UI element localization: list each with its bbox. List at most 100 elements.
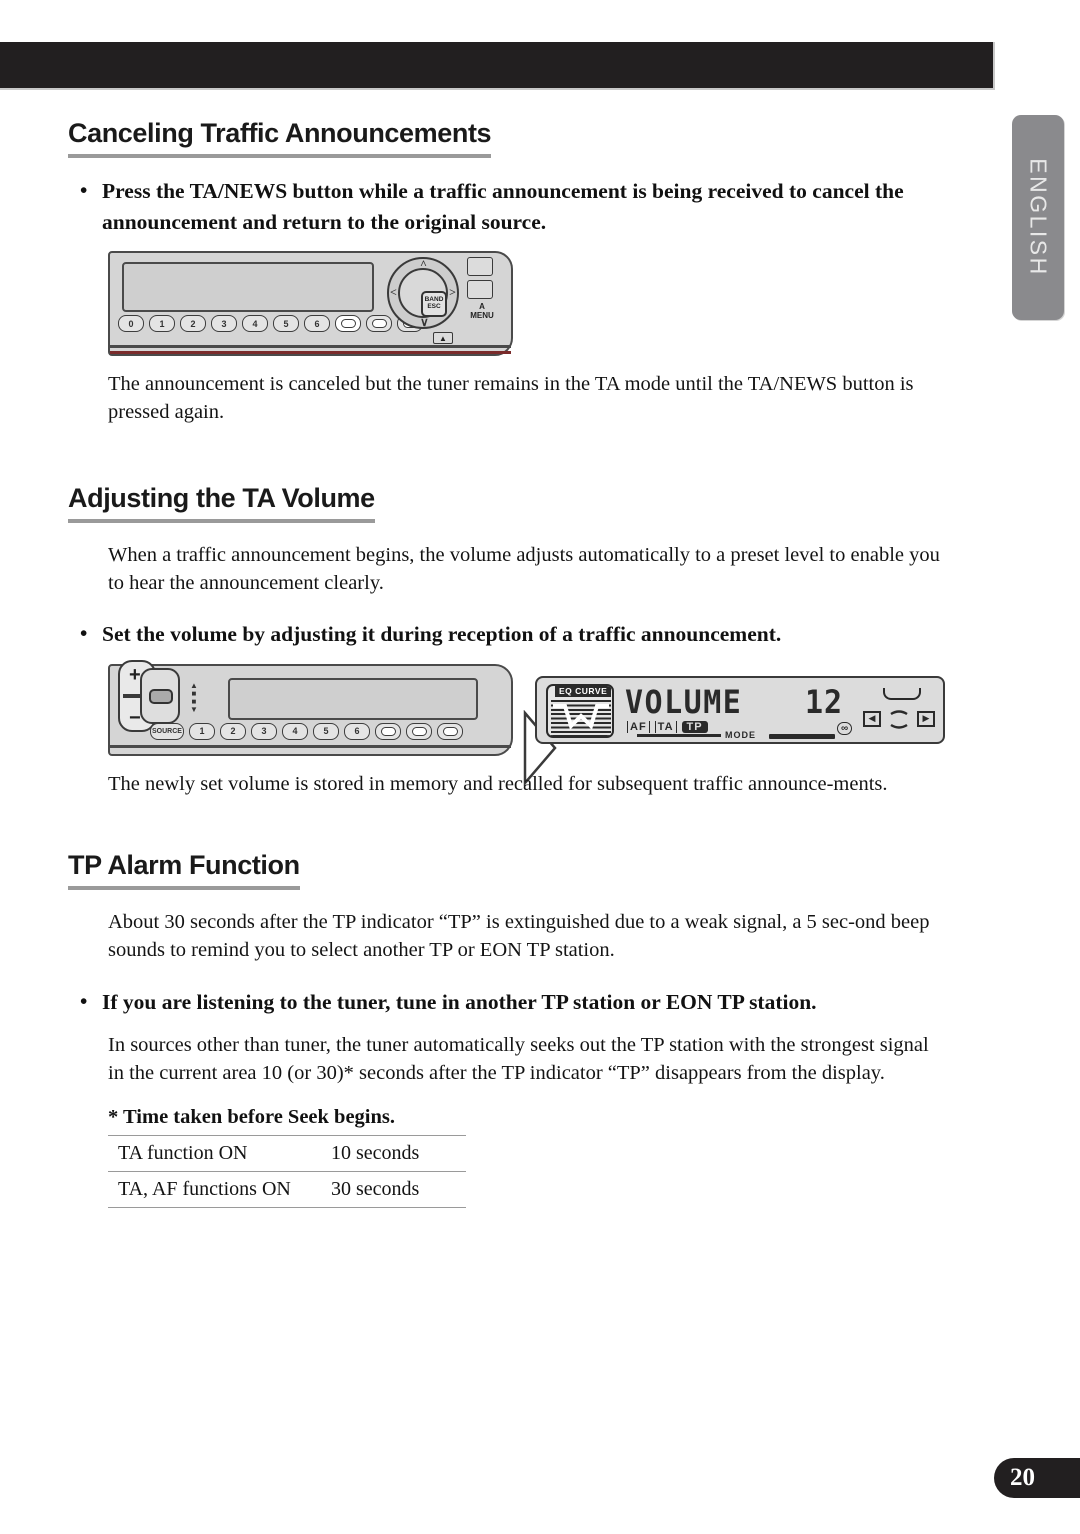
illustration-faceplate-ta-news: 0 1 2 3 4 5 6 BAND ESC ^ ∨ < > A MENU ▲	[108, 251, 948, 357]
function-button-3[interactable]	[437, 722, 463, 740]
preset-button-4[interactable]: 4	[242, 315, 268, 333]
car-stereo-faceplate: 0 1 2 3 4 5 6 BAND ESC ^ ∨ < > A MENU ▲	[108, 251, 513, 357]
side-key-group: A MENU	[467, 257, 497, 339]
preset-button-2[interactable]: 2	[220, 722, 246, 740]
indicator-tp: TP	[681, 720, 708, 733]
table-row: TA, AF functions ON 30 seconds	[108, 1170, 466, 1208]
bullet-dot-icon: •	[80, 988, 88, 1013]
stereo-indicator-icon: ∞	[837, 721, 853, 735]
section-1-bullet-text: Press the TA/NEWS button while a traffic…	[102, 179, 904, 234]
section-2-paragraph-after: The newly set volume is stored in memory…	[108, 772, 888, 795]
side-key-top[interactable]	[467, 257, 493, 277]
seek-row-0-condition: TA function ON	[108, 1134, 331, 1172]
section-heading-tp-alarm-function: TP Alarm Function	[68, 850, 300, 890]
eq-curve-graphic	[553, 703, 609, 730]
seek-row-0-time: 10 seconds	[331, 1134, 466, 1172]
section-3-bullet-text: If you are listening to the tuner, tune …	[102, 989, 817, 1014]
section-3-paragraph-before: About 30 seconds after the TP indicator …	[108, 910, 930, 962]
faceplate-base-shadow	[110, 351, 511, 355]
preset-button-3[interactable]: 3	[211, 315, 237, 333]
preset-button-2[interactable]: 2	[180, 315, 206, 333]
function-button-1[interactable]	[366, 315, 392, 333]
preset-button-5[interactable]: 5	[313, 722, 339, 740]
section-3-paragraph-after: In sources other than tuner, the tuner a…	[108, 1034, 929, 1085]
joystick-left-icon: <	[390, 285, 397, 300]
side-key-middle[interactable]	[467, 280, 493, 300]
section-2-bullet: • Set the volume by adjusting it during …	[80, 619, 948, 650]
joystick-right-icon: >	[449, 285, 456, 300]
volume-knob-core	[149, 688, 173, 704]
eject-icon[interactable]: ▲	[433, 332, 453, 345]
function-button-2[interactable]	[406, 722, 432, 740]
volume-up-icon[interactable]: +	[129, 664, 141, 687]
lcd-mode-bar-left	[637, 733, 721, 737]
joystick-pad[interactable]: BAND ESC	[398, 268, 448, 319]
lcd-main-text: VOLUME	[625, 683, 743, 722]
indicator-af: AF	[627, 720, 650, 733]
nav-left-icon: ◀	[863, 710, 881, 727]
band-esc-button[interactable]: BAND ESC	[421, 291, 447, 318]
preset-button-row-2: SOURCE 1 2 3 4 5 6	[150, 722, 463, 740]
section-heading-adjusting-the-ta-volume: Adjusting the TA Volume	[68, 483, 375, 523]
preset-button-1[interactable]: 1	[149, 315, 175, 333]
joystick-up-icon: ^	[420, 257, 427, 272]
page-number: 20	[1010, 1464, 1035, 1491]
language-tab-label: ENGLISH	[1025, 157, 1052, 277]
preset-button-3[interactable]: 3	[251, 722, 277, 740]
ta-news-button[interactable]	[335, 315, 361, 333]
preset-button-row: 0 1 2 3 4 5 6	[118, 315, 423, 333]
bullet-dot-icon: •	[80, 178, 88, 202]
joystick-control[interactable]: BAND ESC ^ ∨ < >	[387, 257, 459, 330]
section-2-bullet-text: Set the volume by adjusting it during re…	[102, 622, 782, 647]
preset-button-6[interactable]: 6	[304, 315, 330, 333]
faceplate-display-screen	[122, 262, 374, 313]
lcd-mode-bar-right	[769, 733, 835, 739]
car-stereo-faceplate-volume: + − ▲ ■ ■ ▼ SOURCE 1 2 3 4 5 6	[108, 659, 513, 756]
side-key-label-menu: MENU	[470, 310, 494, 320]
preset-button-6[interactable]: 6	[344, 722, 370, 740]
seek-table-title: * Time taken before Seek begins.	[108, 1105, 396, 1128]
faceplate-display-screen	[228, 677, 478, 720]
bullet-dot-icon: •	[80, 621, 88, 646]
section-1-paragraph: The announcement is canceled but the tun…	[108, 373, 914, 424]
seek-table-body: TA function ON 10 seconds TA, AF functio…	[108, 1134, 466, 1208]
lcd-top-arc-icon	[883, 687, 921, 700]
indicator-ta: TA	[654, 720, 677, 733]
volume-knob[interactable]	[140, 667, 180, 724]
preset-button-0[interactable]: 0	[118, 315, 144, 333]
table-row: TA function ON 10 seconds	[108, 1134, 466, 1172]
lcd-display-panel: EQ CURVE VOLUME 12 AF TA TP MODE ∞ ◀ ▶	[535, 675, 945, 744]
joystick-down-icon: ∨	[420, 315, 429, 330]
section-3-bullet: • If you are listening to the tuner, tun…	[80, 987, 948, 1018]
seek-row-1-condition: TA, AF functions ON	[108, 1170, 331, 1208]
section-2-heading-wrap: Adjusting the TA Volume	[68, 483, 948, 523]
preset-button-1[interactable]: 1	[189, 722, 215, 740]
document-content: Canceling Traffic Announcements • Press …	[68, 118, 948, 1208]
page-number-badge: 20	[994, 1458, 1080, 1498]
eq-curve-box: EQ CURVE	[546, 683, 614, 738]
eq-curve-label: EQ CURVE	[555, 685, 612, 697]
up-down-arrows-icon: ▲ ■ ■ ▼	[190, 680, 198, 714]
faceplate-base-edge	[110, 345, 511, 349]
function-button-1[interactable]	[375, 722, 401, 740]
language-tab: ENGLISH	[1012, 115, 1064, 320]
seek-row-1-time: 30 seconds	[331, 1170, 466, 1208]
header-band	[0, 42, 995, 90]
lcd-nav-cluster: ◀ ▶	[863, 708, 935, 730]
lcd-indicator-row: AF TA TP	[627, 720, 708, 733]
illustration-volume-adjust: + − ▲ ■ ■ ▼ SOURCE 1 2 3 4 5 6 EQ CURVE …	[108, 659, 948, 786]
preset-button-4[interactable]: 4	[282, 722, 308, 740]
lcd-mode-label: MODE	[725, 729, 756, 740]
faceplate-base-edge	[110, 744, 511, 748]
seek-time-table: TA function ON 10 seconds TA, AF functio…	[108, 1134, 466, 1208]
section-2-paragraph-before: When a traffic announcement begins, the …	[108, 543, 940, 594]
nav-updown-icon	[890, 709, 908, 729]
lcd-volume-value: 12	[805, 683, 844, 722]
volume-down-icon[interactable]: −	[129, 707, 141, 730]
preset-button-5[interactable]: 5	[273, 315, 299, 333]
source-button[interactable]: SOURCE	[150, 722, 184, 740]
section-3-heading-wrap: TP Alarm Function	[68, 850, 948, 890]
nav-right-icon: ▶	[917, 710, 935, 727]
section-1-heading-wrap: Canceling Traffic Announcements	[68, 118, 948, 158]
section-1-bullet: • Press the TA/NEWS button while a traff…	[80, 176, 948, 237]
